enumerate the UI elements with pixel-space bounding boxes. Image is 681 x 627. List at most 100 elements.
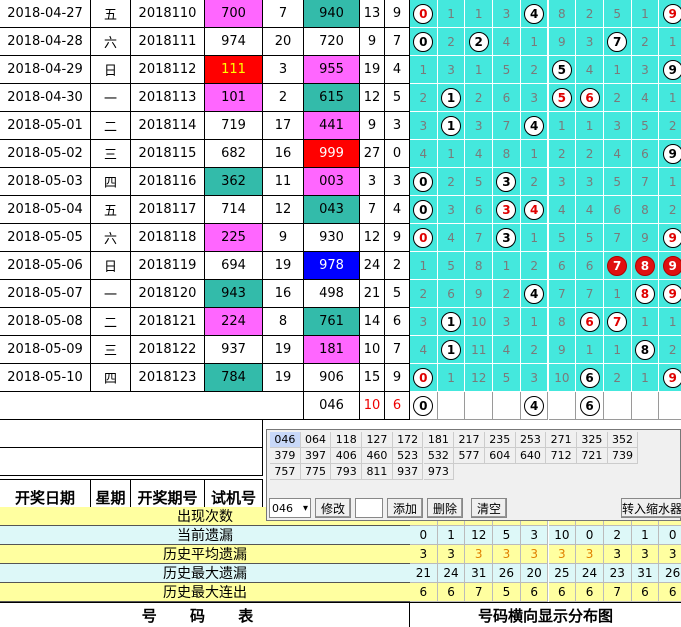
candidate-number[interactable]: 721: [577, 448, 608, 464]
distribution-cell: 6: [465, 196, 494, 224]
distribution-cell: 4: [520, 196, 549, 224]
draw-digit-ball: 3: [496, 227, 517, 248]
candidate-number[interactable]: 712: [546, 448, 577, 464]
stat-value-cell: 31: [631, 564, 660, 583]
draw-digit-ball: 9: [662, 255, 681, 276]
candidate-select[interactable]: 046 ▾: [269, 498, 311, 518]
candidate-number[interactable]: 640: [515, 448, 547, 464]
distribution-cell: 2: [548, 140, 577, 168]
candidate-number[interactable]: 523: [392, 448, 424, 464]
distribution-cell: 0: [410, 0, 438, 28]
distribution-cell: 6: [576, 84, 604, 112]
span-cell: 3: [385, 168, 410, 196]
test-number-cell: 101: [205, 84, 263, 112]
candidate-number[interactable]: 757: [270, 464, 301, 480]
draw-digit-ball: 3: [496, 199, 517, 220]
test-number-cell: 974: [205, 28, 263, 56]
stat-value-cell: 3: [520, 526, 549, 545]
candidate-number[interactable]: 937: [392, 464, 424, 480]
candidate-number[interactable]: 379: [270, 448, 301, 464]
candidate-number[interactable]: 406: [331, 448, 363, 464]
distribution-cell: 4: [437, 224, 466, 252]
number-input[interactable]: [355, 498, 383, 518]
issue-cell: 2018110: [131, 0, 205, 28]
pending-distribution-cell: 0: [410, 392, 438, 420]
distribution-cell: 8: [465, 252, 494, 280]
delete-button[interactable]: 删除: [427, 498, 463, 518]
candidate-number[interactable]: 217: [454, 432, 485, 448]
distribution-cell: 1: [603, 56, 632, 84]
draw-digit-ball: 8: [634, 255, 655, 276]
span-cell: 2: [385, 252, 410, 280]
candidate-number[interactable]: 172: [392, 432, 424, 448]
candidate-number[interactable]: 046: [270, 432, 301, 448]
stat-value-cell: 10: [548, 526, 577, 545]
candidate-number[interactable]: 253: [515, 432, 547, 448]
pending-distribution-cell: [493, 392, 521, 420]
stat-label: 历史最大连出: [0, 583, 410, 602]
date-cell: 2018-05-02: [0, 140, 91, 168]
distribution-cell: 2: [576, 140, 604, 168]
draw-digit-ball: 5: [551, 59, 572, 80]
draw-number-cell: 615: [304, 84, 360, 112]
chevron-down-icon[interactable]: ▾: [303, 503, 308, 514]
distribution-cell: 0: [410, 224, 438, 252]
span-cell: 0: [385, 140, 410, 168]
candidate-number[interactable]: 460: [362, 448, 393, 464]
distribution-cell: 2: [631, 28, 660, 56]
distribution-cell: 2: [603, 364, 632, 392]
issue-cell: 2018116: [131, 168, 205, 196]
add-button[interactable]: 添加: [387, 498, 423, 518]
transfer-to-reducer-button[interactable]: 转入缩水器: [621, 498, 681, 518]
pending-cell: 046: [304, 392, 360, 420]
candidate-number[interactable]: 973: [423, 464, 455, 480]
span-cell: 9: [385, 0, 410, 28]
candidate-number[interactable]: 118: [331, 432, 363, 448]
issue-cell: 2018118: [131, 224, 205, 252]
draw-digit-ball: 9: [662, 283, 681, 304]
candidate-number[interactable]: 271: [546, 432, 577, 448]
modify-button[interactable]: 修改: [315, 498, 351, 518]
test-number-cell: 784: [205, 364, 263, 392]
draw-digit-ball: 7: [607, 311, 628, 332]
candidate-number[interactable]: 739: [607, 448, 639, 464]
distribution-cell: 8: [631, 252, 660, 280]
candidate-number[interactable]: 235: [484, 432, 516, 448]
distribution-cell: 2: [603, 84, 632, 112]
stat-value-cell: 3: [603, 545, 632, 564]
distribution-cell: 4: [520, 112, 549, 140]
candidate-number[interactable]: 181: [423, 432, 455, 448]
interval-cell: 11: [263, 168, 304, 196]
distribution-cell: 2: [520, 252, 549, 280]
clear-button[interactable]: 清空: [471, 498, 507, 518]
candidate-number[interactable]: 604: [484, 448, 516, 464]
distribution-cell: 5: [465, 168, 494, 196]
test-number-cell: 937: [205, 336, 263, 364]
distribution-cell: 1: [410, 56, 438, 84]
candidate-number[interactable]: 577: [454, 448, 485, 464]
stat-value-cell: 5: [493, 583, 521, 602]
candidate-number[interactable]: 811: [362, 464, 393, 480]
candidate-number[interactable]: 325: [577, 432, 608, 448]
distribution-cell: 7: [493, 112, 521, 140]
distribution-cell: 2: [410, 280, 438, 308]
date-cell: 2018-05-05: [0, 224, 91, 252]
candidate-number[interactable]: 064: [300, 432, 332, 448]
stat-value-cell: 6: [659, 583, 681, 602]
distribution-cell: 1: [631, 0, 660, 28]
candidate-number[interactable]: 127: [362, 432, 393, 448]
distribution-cell: 3: [437, 56, 466, 84]
stat-value-cell: 25: [548, 564, 577, 583]
distribution-cell: 3: [410, 308, 438, 336]
candidate-number[interactable]: 397: [300, 448, 332, 464]
issue-cell: 2018122: [131, 336, 205, 364]
candidate-number[interactable]: 793: [331, 464, 363, 480]
distribution-cell: 8: [631, 336, 660, 364]
sum-cell: 7: [360, 196, 385, 224]
candidate-number[interactable]: 775: [300, 464, 332, 480]
draw-number-cell: 441: [304, 112, 360, 140]
distribution-cell: 3: [493, 224, 521, 252]
distribution-cell: 1: [659, 28, 681, 56]
candidate-number[interactable]: 532: [423, 448, 455, 464]
candidate-number[interactable]: 352: [607, 432, 639, 448]
